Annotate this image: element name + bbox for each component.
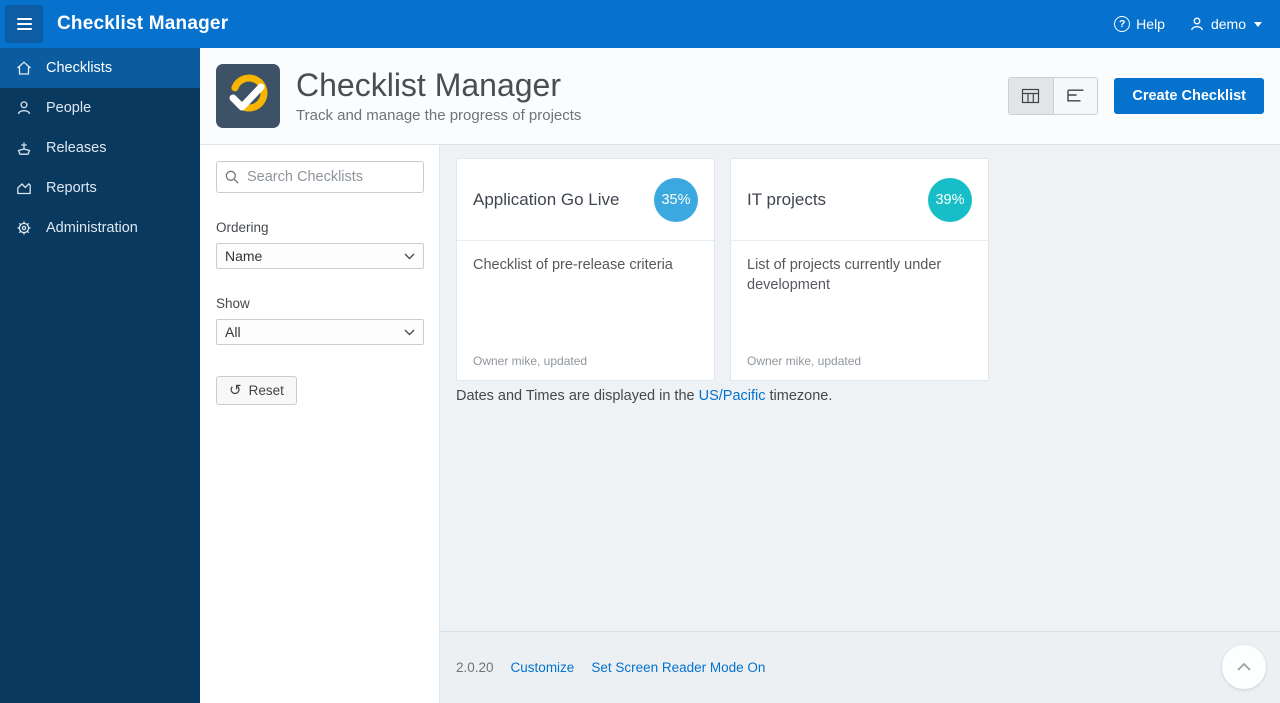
app-logo-icon (216, 64, 280, 128)
sidebar-item-releases[interactable]: Releases (0, 128, 200, 168)
chevron-down-icon (404, 253, 415, 259)
create-checklist-button[interactable]: Create Checklist (1114, 78, 1264, 114)
home-icon (17, 61, 31, 75)
page-header-actions: Create Checklist (1008, 77, 1264, 115)
search-icon (225, 170, 239, 184)
sidebar-item-reports[interactable]: Reports (0, 168, 200, 208)
page-header: Checklist Manager Track and manage the p… (200, 48, 1280, 145)
sidebar-item-people[interactable]: People (0, 88, 200, 128)
checklist-cards: Application Go Live 35% Checklist of pre… (456, 158, 1264, 381)
page-subtitle: Track and manage the progress of project… (296, 107, 582, 125)
card-title: Application Go Live (473, 189, 620, 209)
ordering-value: Name (225, 248, 263, 264)
sidebar-item-administration[interactable]: Administration (0, 208, 200, 248)
checklist-card[interactable]: Application Go Live 35% Checklist of pre… (456, 158, 715, 381)
sidebar-item-label: People (46, 100, 92, 116)
topbar-right: ? Help demo (1114, 16, 1280, 32)
user-label: demo (1210, 16, 1246, 32)
sidebar-item-checklists[interactable]: Checklists (0, 48, 200, 88)
reset-icon: ↺ (229, 382, 242, 399)
reset-label: Reset (248, 383, 284, 398)
report-view-button[interactable] (1053, 78, 1098, 114)
checklist-manager-app: Checklist Manager ? Help demo Checklists… (0, 0, 1280, 703)
sidebar-item-label: Releases (46, 140, 107, 156)
chart-icon (17, 183, 31, 195)
progress-badge: 39% (928, 177, 972, 222)
sidebar-nav: Checklists People Releases Reports Admin… (0, 48, 200, 703)
card-description: List of projects currently under develop… (747, 257, 942, 294)
reset-button[interactable]: ↺ Reset (216, 376, 297, 405)
gear-icon (17, 221, 31, 235)
screen-reader-mode-link[interactable]: Set Screen Reader Mode On (591, 660, 765, 675)
card-body: Checklist of pre-release criteria Owner … (457, 241, 714, 380)
ordering-label: Ordering (216, 220, 269, 235)
grid-view-icon (1022, 88, 1040, 104)
hamburger-menu-button[interactable] (5, 5, 43, 43)
sidebar-item-label: Administration (46, 220, 138, 236)
report-view-icon (1067, 89, 1084, 102)
topbar: Checklist Manager ? Help demo (0, 0, 1280, 48)
help-link[interactable]: ? Help (1114, 16, 1165, 32)
customize-link[interactable]: Customize (511, 660, 575, 675)
caret-down-icon (1254, 21, 1262, 27)
ordering-select[interactable]: Name (216, 243, 424, 269)
card-body: List of projects currently under develop… (731, 241, 988, 380)
sidebar-item-label: Checklists (46, 60, 113, 76)
timezone-note: Dates and Times are displayed in the US/… (456, 388, 833, 404)
search-box (216, 161, 424, 193)
card-header: Application Go Live 35% (457, 159, 714, 241)
help-icon: ? (1114, 16, 1131, 32)
user-menu[interactable]: demo (1189, 16, 1262, 32)
card-owner-note: Owner mike, updated (473, 354, 588, 368)
show-select[interactable]: All (216, 319, 424, 345)
page-title: Checklist Manager (296, 66, 561, 103)
topbar-app-title: Checklist Manager (57, 13, 229, 34)
hamburger-icon (16, 18, 32, 20)
sidebar-item-label: Reports (46, 180, 97, 196)
help-label: Help (1136, 16, 1165, 32)
chevron-down-icon (404, 329, 415, 335)
person-icon (17, 101, 31, 115)
app-version: 2.0.20 (456, 660, 494, 675)
ship-icon (17, 142, 31, 155)
view-toggle-group (1008, 77, 1099, 115)
card-header: IT projects 39% (731, 159, 988, 241)
main-content: Application Go Live 35% Checklist of pre… (440, 145, 1280, 631)
scroll-to-top-button[interactable] (1222, 645, 1266, 689)
search-checklists-input[interactable] (216, 161, 424, 193)
progress-badge: 35% (654, 177, 698, 222)
card-title: IT projects (747, 189, 827, 209)
footer: 2.0.20 Customize Set Screen Reader Mode … (440, 631, 1280, 703)
timezone-link[interactable]: US/Pacific (699, 388, 766, 404)
show-label: Show (216, 296, 250, 311)
filter-panel: Ordering Name Show All ↺ Reset (200, 145, 440, 703)
checklist-card[interactable]: IT projects 39% List of projects current… (730, 158, 989, 381)
card-description: Checklist of pre-release criteria (473, 257, 673, 273)
grid-view-button[interactable] (1009, 78, 1054, 114)
user-icon (1191, 17, 1203, 31)
show-value: All (225, 324, 241, 340)
card-owner-note: Owner mike, updated (747, 354, 862, 368)
chevron-up-icon (1237, 662, 1251, 671)
page-header-text: Checklist Manager Track and manage the p… (296, 66, 582, 125)
